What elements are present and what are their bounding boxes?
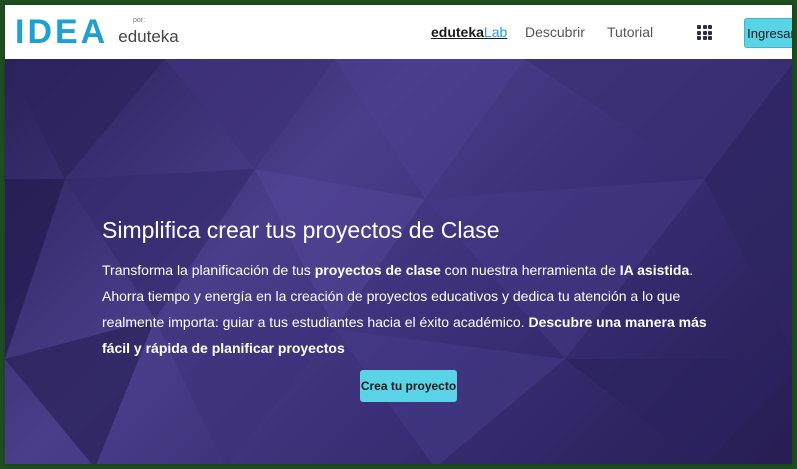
desc-part-2: con nuestra herramienta de: [440, 262, 620, 278]
desc-bold-2: IA asistida: [619, 262, 690, 278]
nav-descubrir[interactable]: Descubrir: [525, 5, 585, 59]
nav-tutorial[interactable]: Tutorial: [607, 5, 653, 59]
browser-frame: IDEA por: eduteka eduteka Lab Descubrir T…: [3, 3, 794, 466]
logo-por-label: por:: [133, 17, 146, 24]
nav-lab-accent: Lab: [483, 24, 508, 40]
hero-section: Simplifica crear tus proyectos de Clase …: [5, 59, 792, 464]
logo[interactable]: IDEA por: eduteka: [15, 15, 179, 49]
hero-title: Simplifica crear tus proyectos de Clase: [102, 217, 500, 243]
logo-eduteka: eduteka: [118, 27, 179, 46]
hero-description: Transforma la planificación de tus proye…: [102, 257, 732, 361]
top-navbar: IDEA por: eduteka eduteka Lab Descubrir T…: [5, 5, 792, 60]
crea-tu-proyecto-button[interactable]: Crea tu proyecto: [360, 370, 457, 402]
apps-grid-icon[interactable]: [697, 25, 712, 40]
nav-lab-main: eduteka: [431, 24, 484, 40]
desc-part-1: Transforma la planificación de tus: [102, 262, 315, 278]
logo-mark: IDEA: [15, 13, 109, 51]
nav-eduteka-lab[interactable]: eduteka Lab: [431, 5, 507, 59]
ingresar-button[interactable]: Ingresar: [744, 18, 792, 48]
desc-bold-1: proyectos de clase: [314, 262, 441, 278]
